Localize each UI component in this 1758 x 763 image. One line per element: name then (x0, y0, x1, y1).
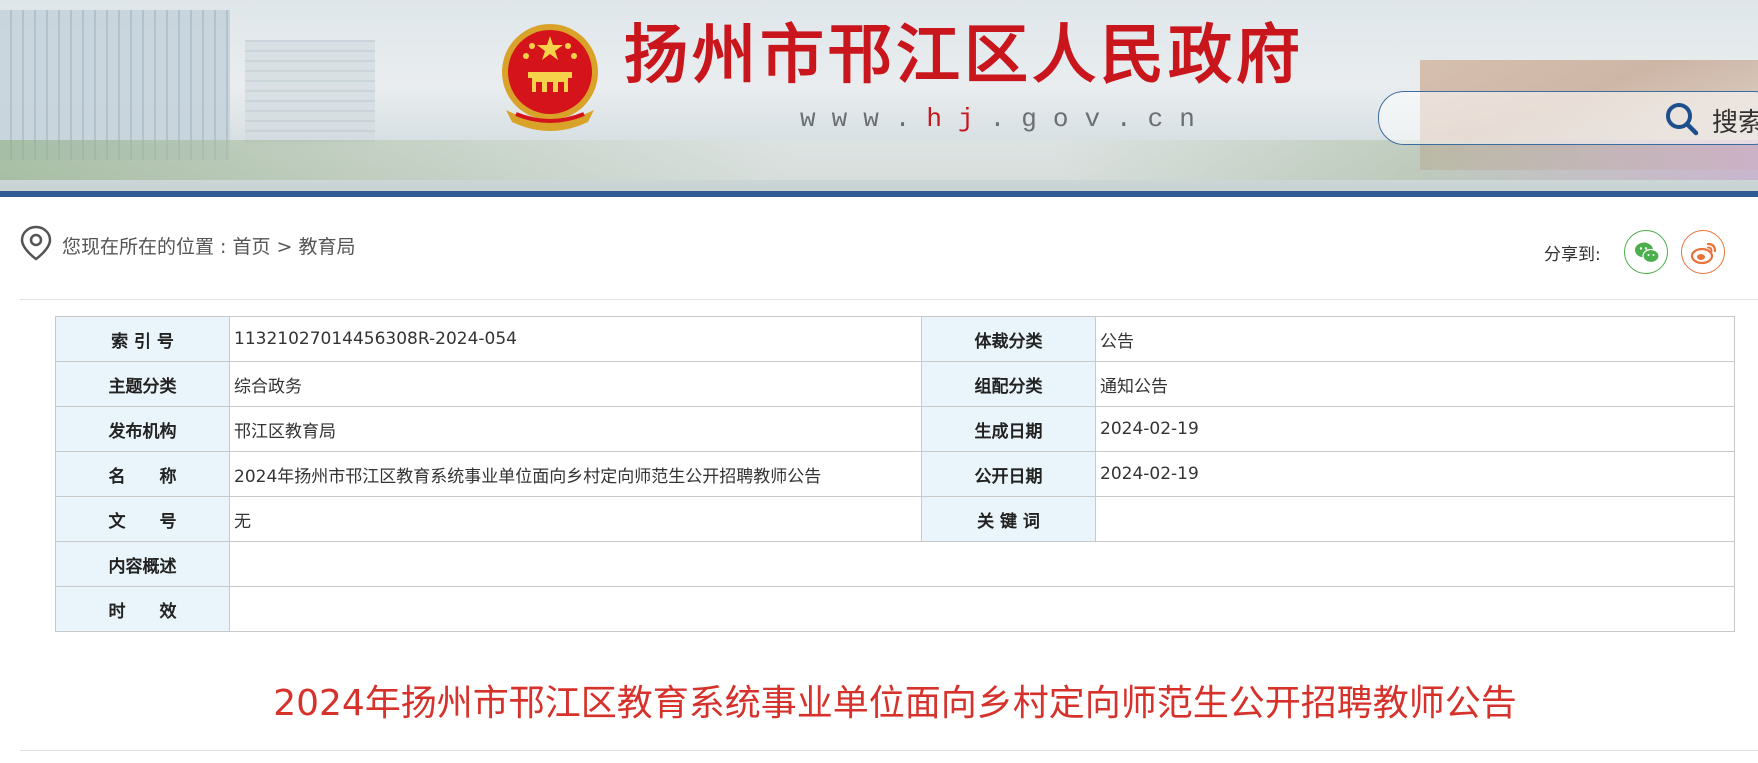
share-weibo-button[interactable] (1681, 230, 1725, 274)
table-row: 主题分类 综合政务 组配分类 通知公告 (55, 361, 1735, 407)
breadcrumb: 您现在所在的位置 : 首页 > 教育局 (62, 232, 356, 259)
table-row: 文 号 无 关 键 词 (55, 496, 1735, 542)
table-label: 主题分类 (55, 361, 230, 407)
site-url: www.hj.gov.cn (800, 104, 1211, 134)
table-label: 生成日期 (921, 406, 1096, 452)
breadcrumb-divider (20, 299, 1758, 300)
table-row: 名 称 2024年扬州市邗江区教育系统事业单位面向乡村定向师范生公开招聘教师公告… (55, 451, 1735, 497)
location-pin-icon (20, 225, 52, 261)
document-info-table: 索 引 号 11321027014456308R-2024-054 体裁分类 公… (55, 316, 1735, 632)
wechat-icon (1635, 242, 1660, 264)
table-label: 名 称 (55, 451, 230, 497)
table-value: 2024-02-19 (1095, 451, 1735, 497)
site-url-prefix: www. (800, 104, 927, 134)
breadcrumb-home-link[interactable]: 首页 (232, 236, 270, 258)
table-value: 2024年扬州市邗江区教育系统事业单位面向乡村定向师范生公开招聘教师公告 (229, 451, 922, 497)
article-title: 2024年扬州市邗江区教育系统事业单位面向乡村定向师范生公开招聘教师公告 (273, 683, 1517, 724)
table-label: 内容概述 (55, 541, 230, 587)
table-value (229, 586, 1735, 632)
breadcrumb-prefix: 您现在所在的位置 : (62, 236, 233, 258)
table-value: 2024-02-19 (1095, 406, 1735, 452)
table-value: 邗江区教育局 (229, 406, 922, 452)
table-value (1095, 496, 1735, 542)
table-value: 无 (229, 496, 922, 542)
table-label: 组配分类 (921, 361, 1096, 407)
title-divider (20, 750, 1758, 751)
table-label: 索 引 号 (55, 316, 230, 362)
table-value (229, 541, 1735, 587)
national-emblem-icon (502, 24, 598, 131)
table-label: 体裁分类 (921, 316, 1096, 362)
search-icon[interactable] (1665, 102, 1699, 136)
table-value: 公告 (1095, 316, 1735, 362)
share-label: 分享到: (1544, 245, 1601, 265)
breadcrumb-separator: > (270, 236, 299, 258)
header-blue-line (0, 191, 1758, 197)
table-row: 内容概述 (55, 541, 1735, 587)
share-wechat-button[interactable] (1624, 230, 1668, 274)
header-building-image (0, 10, 230, 160)
table-label: 时 效 (55, 586, 230, 632)
breadcrumb-current-link[interactable]: 教育局 (299, 236, 356, 258)
table-value: 通知公告 (1095, 361, 1735, 407)
search-button[interactable]: 搜索 (1712, 102, 1758, 139)
site-title: 扬州市邗江区人民政府 (624, 18, 1304, 93)
table-value: 综合政务 (229, 361, 922, 407)
table-label: 发布机构 (55, 406, 230, 452)
table-label: 文 号 (55, 496, 230, 542)
table-value: 11321027014456308R-2024-054 (229, 316, 922, 362)
table-row: 索 引 号 11321027014456308R-2024-054 体裁分类 公… (55, 316, 1735, 362)
table-label: 关 键 词 (921, 496, 1096, 542)
site-url-suffix: .gov.cn (989, 104, 1211, 134)
search-input[interactable] (1378, 91, 1758, 145)
table-row: 时 效 (55, 586, 1735, 632)
site-url-highlight: hj (926, 104, 990, 134)
table-row: 发布机构 邗江区教育局 生成日期 2024-02-19 (55, 406, 1735, 452)
weibo-icon (1690, 242, 1717, 265)
table-label: 公开日期 (921, 451, 1096, 497)
header-building-image-2 (245, 40, 375, 150)
header-greenery (0, 140, 1758, 180)
